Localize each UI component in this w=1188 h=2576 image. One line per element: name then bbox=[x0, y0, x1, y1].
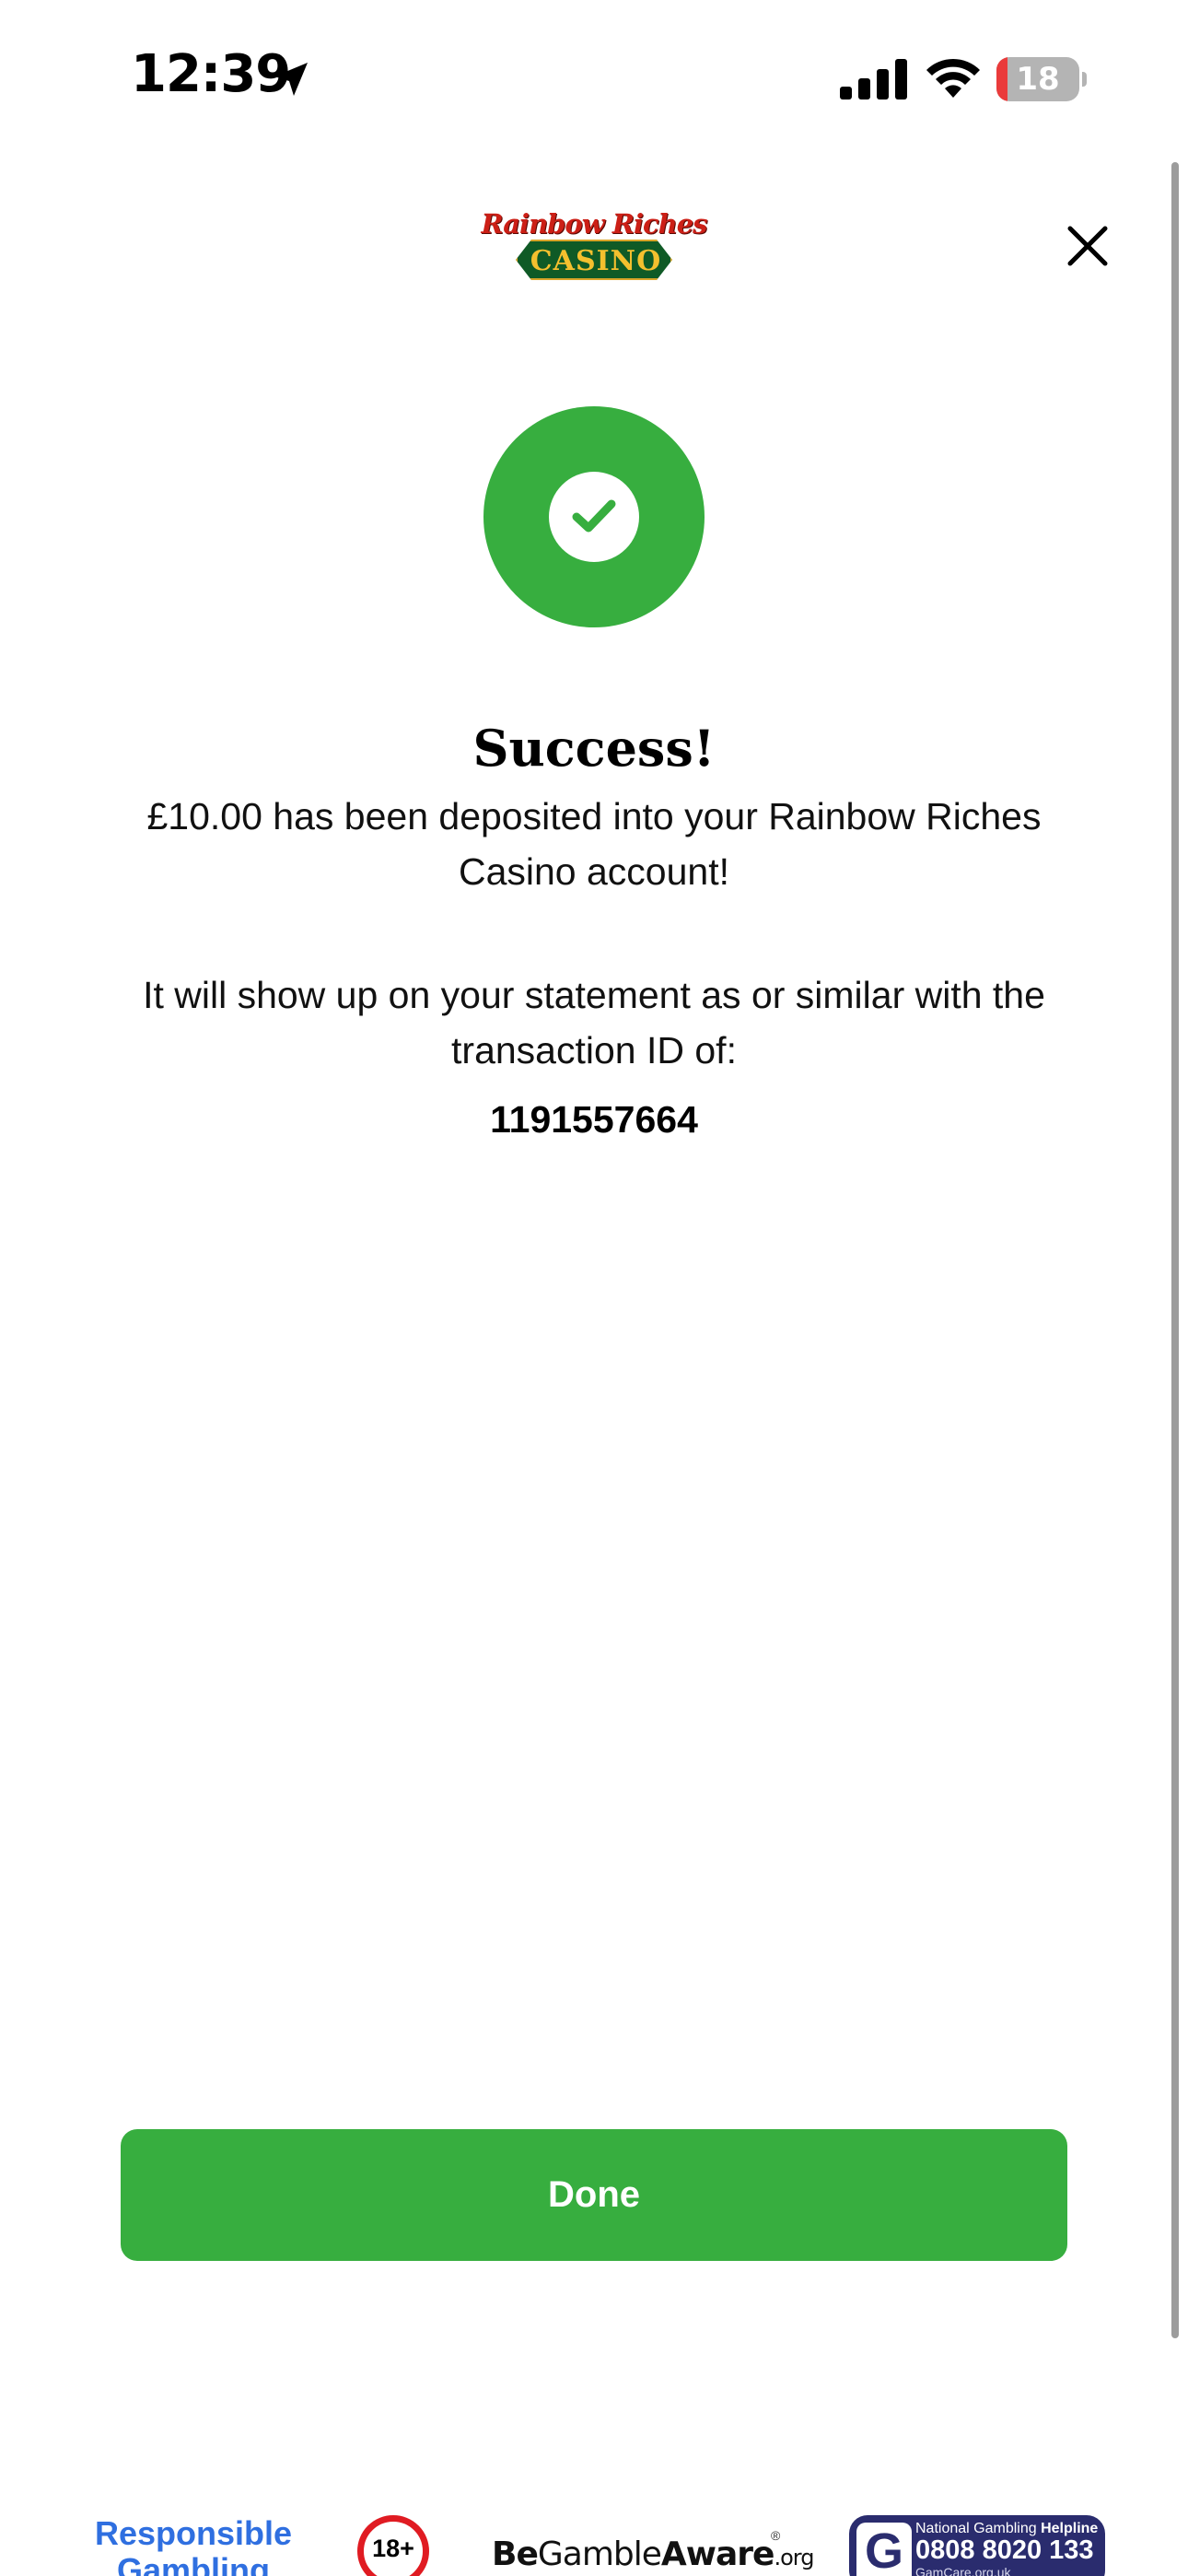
footer: Responsible Gambling 18+ BeGambleAware.o… bbox=[0, 2495, 1188, 2576]
gamcare-helpline-banner[interactable]: G National Gambling Helpline 0808 8020 1… bbox=[849, 2515, 1105, 2576]
checkmark-icon bbox=[572, 499, 616, 533]
done-button[interactable]: Done bbox=[121, 2129, 1067, 2261]
begambleaware-logo[interactable]: BeGambleAware.org bbox=[492, 2535, 814, 2573]
statement-text: It will show up on your statement as or … bbox=[143, 974, 1045, 1071]
age-restriction-label: 18+ bbox=[372, 2535, 414, 2562]
bga-gamble: Gamble bbox=[537, 2535, 662, 2573]
bga-be: Be bbox=[492, 2535, 539, 2573]
logo-plate: CASINO bbox=[516, 240, 672, 280]
wifi-icon bbox=[926, 58, 980, 98]
helpline-suffix: Helpline bbox=[1041, 2521, 1099, 2536]
helpline-number: 0808 8020 133 bbox=[915, 2535, 1094, 2565]
deposit-message: £10.00 has been deposited into your Rain… bbox=[146, 795, 1042, 893]
status-time: 12:39 bbox=[131, 44, 291, 104]
bga-registered-mark: ® bbox=[771, 2528, 781, 2543]
close-icon[interactable] bbox=[1057, 216, 1118, 276]
success-title: Success! bbox=[472, 719, 716, 778]
logo-subtitle: CASINO bbox=[530, 245, 662, 277]
location-arrow-icon bbox=[274, 63, 308, 96]
age-restriction-badge: 18+ bbox=[357, 2515, 429, 2576]
success-badge-inner bbox=[549, 472, 639, 562]
bga-org: .org bbox=[774, 2545, 814, 2570]
battery-body: 18 bbox=[996, 57, 1079, 101]
scrollbar[interactable] bbox=[1171, 162, 1179, 2338]
responsible-gambling-line1: Responsible bbox=[94, 2514, 293, 2552]
responsible-gambling-link[interactable]: Responsible Gambling bbox=[83, 2515, 304, 2576]
battery-level: 18 bbox=[1016, 61, 1060, 98]
gamcare-logo-letter: G bbox=[864, 2523, 903, 2576]
cellular-signal-icon bbox=[840, 59, 907, 100]
success-badge bbox=[483, 406, 705, 627]
responsible-gambling-line2: Gambling bbox=[116, 2551, 270, 2576]
casino-logo: Rainbow Riches CASINO bbox=[477, 208, 711, 280]
helpline-site: GamCare.org.uk bbox=[915, 2565, 1011, 2576]
logo-title: Rainbow Riches bbox=[481, 208, 708, 240]
status-bar: 12:39 18 bbox=[0, 0, 1188, 157]
helpline-prefix: National Gambling bbox=[915, 2521, 1037, 2536]
transaction-id: 1191557664 bbox=[490, 1098, 698, 1141]
battery-icon: 18 bbox=[996, 57, 1087, 101]
battery-cap bbox=[1082, 72, 1087, 87]
bga-aware: Aware bbox=[660, 2535, 775, 2573]
